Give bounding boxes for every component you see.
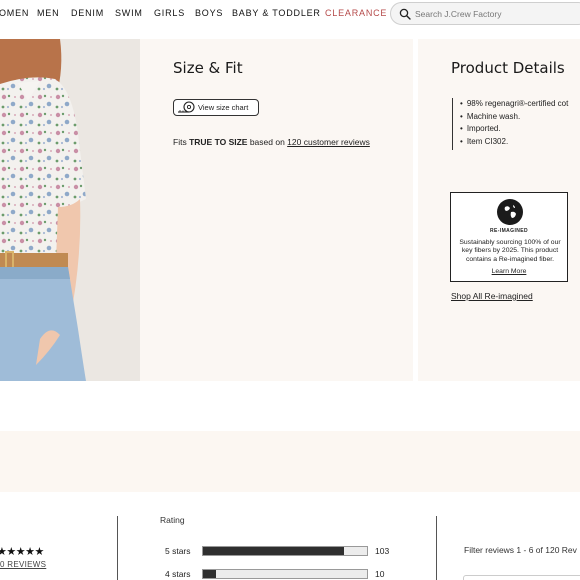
promo-band: [0, 431, 580, 492]
fit-summary: Fits TRUE TO SIZE based on 120 customer …: [173, 136, 383, 149]
all-reviews-link[interactable]: 0 REVIEWS: [0, 560, 46, 569]
rating-5-bar-fill: [203, 547, 345, 555]
view-size-chart-label: View size chart: [198, 103, 249, 112]
learn-more-link[interactable]: Learn More: [492, 268, 527, 275]
customer-reviews-link[interactable]: 120 customer reviews: [287, 137, 370, 147]
rating-4-label[interactable]: 4 stars: [165, 569, 191, 579]
nav-baby-toddler[interactable]: BABY & TODDLER: [232, 8, 321, 18]
nav-clearance[interactable]: CLEARANCE: [325, 8, 387, 18]
nav-swim[interactable]: SWIM: [115, 8, 143, 18]
product-image: [0, 39, 140, 381]
search-input[interactable]: [415, 6, 580, 22]
filter-dropdown[interactable]: [463, 575, 580, 580]
filter-reviews-text: Filter reviews 1 - 6 of 120 Rev: [464, 545, 577, 555]
top-navigation: OMEN MEN DENIM SWIM GIRLS BOYS BABY & TO…: [0, 0, 580, 28]
rating-4-bar[interactable]: [202, 569, 368, 579]
globe-icon: [497, 199, 523, 225]
rating-5-bar[interactable]: [202, 546, 368, 556]
nav-men[interactable]: MEN: [37, 8, 59, 18]
product-details-list: 98% regenagri®-certified cot Machine was…: [452, 98, 568, 150]
fit-verdict: TRUE TO SIZE: [189, 137, 248, 147]
size-fit-title: Size & Fit: [173, 59, 243, 77]
view-size-chart-button[interactable]: View size chart: [173, 99, 259, 116]
rating-5-label[interactable]: 5 stars: [165, 546, 191, 556]
fit-middle: based on: [247, 137, 288, 147]
detail-item: Item CI302.: [460, 136, 568, 149]
rating-heading: Rating: [160, 515, 185, 525]
star-rating: ★★★★★: [0, 546, 44, 558]
detail-item: 98% regenagri®-certified cot: [460, 98, 569, 111]
reviews-divider-left: [117, 516, 118, 580]
fit-prefix: Fits: [173, 137, 190, 147]
rating-5-count: 103: [375, 546, 390, 556]
size-fit-panel: [140, 39, 413, 381]
reimagined-text: Sustainably sourcing 100% of our key fib…: [459, 239, 561, 263]
reimagined-card: RE-IMAGINED Sustainably sourcing 100% of…: [450, 192, 568, 282]
nav-denim[interactable]: DENIM: [71, 8, 104, 18]
measuring-tape-icon: [178, 101, 195, 113]
reviews-divider-right: [436, 516, 437, 580]
product-details-title: Product Details: [451, 59, 565, 77]
detail-item: Imported.: [460, 123, 568, 136]
search-bar[interactable]: [390, 2, 580, 25]
nav-women[interactable]: OMEN: [0, 8, 29, 18]
shop-all-reimagined-link[interactable]: Shop All Re-imagined: [451, 291, 533, 301]
search-icon: [399, 8, 411, 20]
rating-4-bar-fill: [203, 570, 217, 578]
reimagined-label: RE-IMAGINED: [489, 228, 528, 234]
nav-boys[interactable]: BOYS: [195, 8, 223, 18]
rating-4-count: 10: [375, 569, 385, 579]
nav-girls[interactable]: GIRLS: [154, 8, 185, 18]
detail-item: Machine wash.: [460, 111, 568, 124]
learn-more-wrapper: Learn More: [451, 268, 567, 275]
